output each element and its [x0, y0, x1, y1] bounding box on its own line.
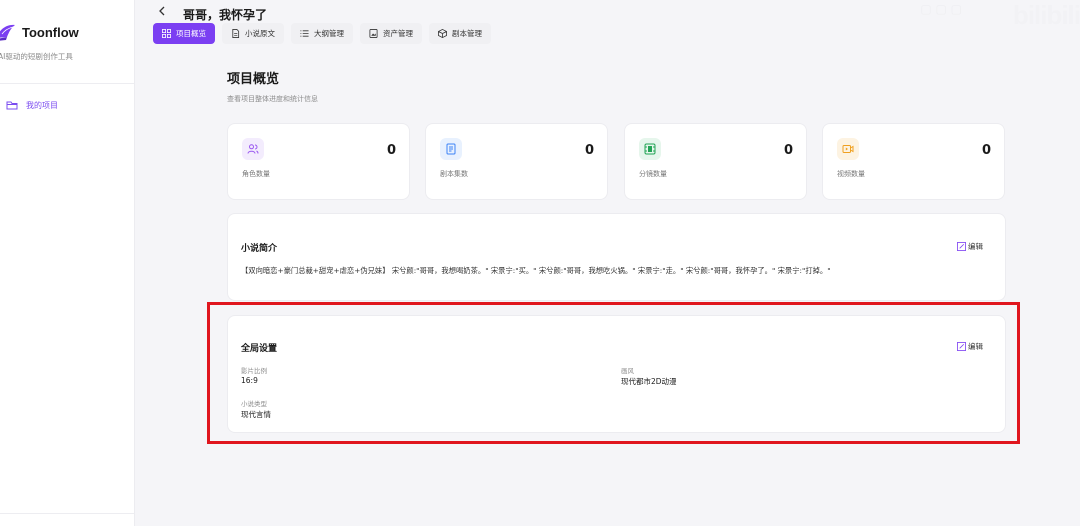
stat-card-episodes: 0 剧本集数 — [425, 123, 608, 200]
grid-icon — [162, 29, 171, 38]
stat-label: 角色数量 — [242, 170, 270, 178]
stat-card-characters: 0 角色数量 — [227, 123, 410, 200]
brand-subtitle: AI驱动的短剧创作工具 — [0, 52, 73, 61]
brand[interactable]: Toonflow — [0, 22, 79, 42]
stat-value: 0 — [981, 143, 991, 158]
header: 哥哥，我怀孕了 ▢ ▢ ▢ bilibili 项目概览 小说原文 大纲管理 资产… — [135, 0, 1080, 48]
brand-name: Toonflow — [22, 24, 79, 40]
stat-label: 视频数量 — [837, 170, 865, 178]
highlight-box — [207, 302, 1020, 444]
tab-label: 剧本管理 — [452, 29, 482, 38]
sidebar-item-label: 我的项目 — [26, 100, 58, 110]
logo-icon — [0, 24, 15, 41]
sidebar-divider — [0, 83, 134, 84]
stat-label: 剧本集数 — [440, 170, 468, 178]
tab-novel-text[interactable]: 小说原文 — [222, 23, 284, 44]
novel-summary-card: 小说简介 编辑 【双向暗恋+豪门总裁+甜宠+虐恋+伪兄妹】 宋兮颜:"哥哥，我想… — [227, 213, 1006, 301]
tab-assets[interactable]: 资产管理 — [360, 23, 422, 44]
film-icon — [639, 138, 661, 160]
page-title: 项目概览 — [227, 72, 280, 87]
edit-label: 编辑 — [968, 242, 983, 251]
tab-bar: 项目概览 小说原文 大纲管理 资产管理 剧本管理 — [153, 23, 491, 44]
edit-novel-button[interactable]: 编辑 — [957, 241, 983, 252]
sidebar-item-my-projects[interactable]: 我的项目 — [6, 99, 58, 111]
watermark-cn: ▢ ▢ ▢ — [920, 2, 962, 16]
stat-label: 分镜数量 — [639, 170, 667, 178]
stat-value: 0 — [386, 143, 396, 158]
list-icon — [300, 30, 309, 37]
project-title: 哥哥，我怀孕了 — [183, 8, 268, 22]
page-subtitle: 查看项目整体进度和统计信息 — [227, 95, 318, 103]
chevron-left-icon — [159, 6, 165, 16]
tab-label: 小说原文 — [245, 29, 275, 38]
main-content: 项目概览 查看项目整体进度和统计信息 0 角色数量 0 剧本集数 0 分镜数量 … — [135, 52, 1080, 526]
stat-value: 0 — [584, 143, 594, 158]
sidebar-divider-bottom — [0, 513, 134, 514]
image-icon — [369, 29, 378, 38]
tab-outline[interactable]: 大纲管理 — [291, 23, 353, 44]
novel-summary-text: 【双向暗恋+豪门总裁+甜宠+虐恋+伪兄妹】 宋兮颜:"哥哥，我想喝奶茶。" 宋景… — [241, 266, 831, 275]
tab-label: 大纲管理 — [314, 29, 344, 38]
tab-label: 项目概览 — [176, 29, 206, 38]
watermark: bilibili — [1012, 0, 1080, 30]
stat-card-storyboards: 0 分镜数量 — [624, 123, 807, 200]
stat-value: 0 — [783, 143, 793, 158]
sidebar: Toonflow AI驱动的短剧创作工具 我的项目 — [0, 0, 135, 526]
tab-scripts[interactable]: 剧本管理 — [429, 23, 491, 44]
edit-icon — [957, 242, 966, 251]
novel-summary-title: 小说简介 — [241, 244, 278, 254]
users-icon — [242, 138, 264, 160]
tab-overview[interactable]: 项目概览 — [153, 23, 215, 44]
video-icon — [837, 138, 859, 160]
document-icon — [232, 29, 240, 38]
script-icon — [440, 138, 462, 160]
back-button[interactable] — [157, 5, 169, 19]
stat-card-videos: 0 视频数量 — [822, 123, 1005, 200]
tab-label: 资产管理 — [383, 29, 413, 38]
box-icon — [438, 29, 447, 38]
folder-icon — [6, 101, 18, 110]
